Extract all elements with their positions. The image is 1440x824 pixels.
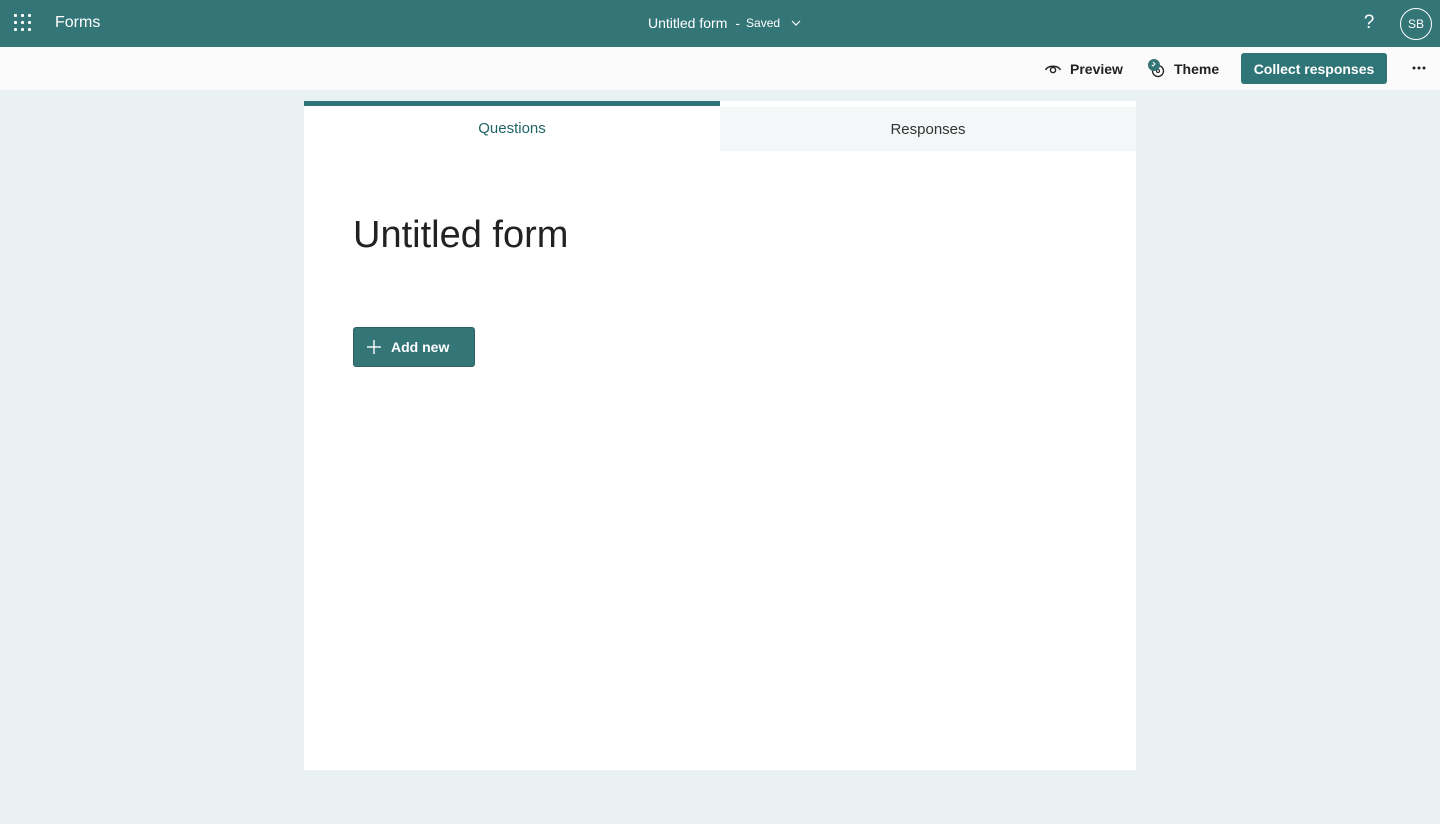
preview-label: Preview	[1070, 60, 1123, 77]
command-bar: Preview Theme Collect responses	[0, 47, 1440, 90]
more-options-icon[interactable]	[1407, 57, 1431, 79]
save-status: Saved	[746, 16, 781, 30]
form-title[interactable]: Untitled form	[353, 214, 568, 257]
help-icon[interactable]: ?	[1361, 12, 1377, 34]
ellipsis-icon	[1412, 66, 1426, 70]
top-app-bar: Forms Untitled form - Saved ? SB	[0, 0, 1440, 47]
collect-responses-button[interactable]: Collect responses	[1241, 53, 1387, 84]
chevron-down-icon	[791, 20, 801, 26]
app-name[interactable]: Forms	[55, 14, 100, 32]
preview-button[interactable]: Preview	[1044, 47, 1123, 90]
app-launcher-icon[interactable]	[14, 14, 32, 32]
eye-icon	[1044, 65, 1062, 73]
palette-icon	[1148, 58, 1165, 77]
form-card: Questions Responses Untitled form Add ne…	[304, 101, 1136, 770]
theme-label: Theme	[1174, 60, 1220, 77]
form-title-dropdown[interactable]: Untitled form - Saved	[648, 15, 802, 31]
header-form-title: Untitled form	[648, 15, 728, 31]
tab-questions[interactable]: Questions	[304, 101, 720, 151]
plus-icon	[367, 340, 381, 354]
tab-responses[interactable]: Responses	[720, 107, 1136, 151]
title-separator: -	[735, 15, 741, 31]
add-new-label: Add new	[391, 339, 450, 355]
add-new-button[interactable]: Add new	[353, 327, 475, 367]
theme-button[interactable]: Theme	[1146, 47, 1219, 90]
avatar[interactable]: SB	[1400, 8, 1432, 40]
